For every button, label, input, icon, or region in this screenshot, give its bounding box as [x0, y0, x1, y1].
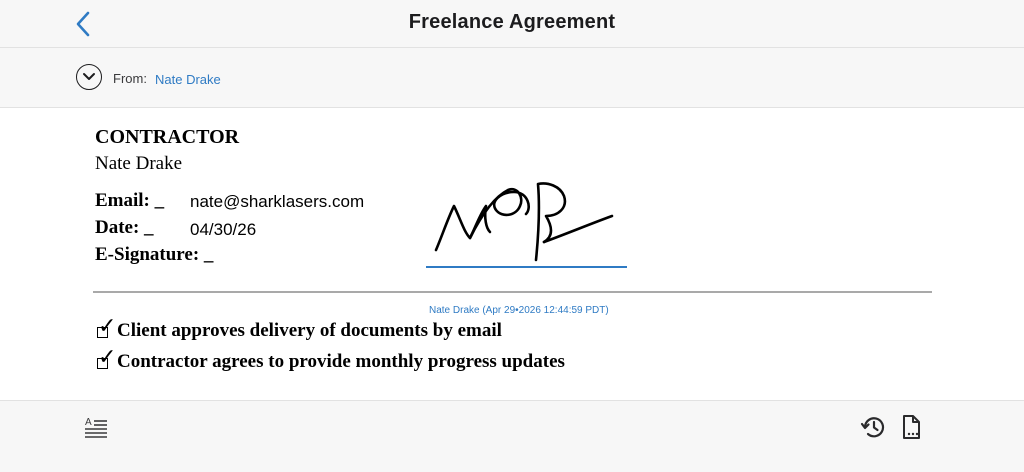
bottom-toolbar: A	[0, 400, 1024, 472]
text-format-button[interactable]: A	[82, 413, 110, 441]
text-format-icon: A	[85, 417, 107, 438]
checkbox-row-email-delivery: ✓ Client approves delivery of documents …	[95, 316, 502, 342]
signature-field[interactable]	[426, 178, 626, 268]
divider	[93, 291, 932, 293]
email-field[interactable]: nate@sharklasers.com	[190, 192, 364, 212]
contractor-heading: CONTRACTOR	[95, 126, 240, 148]
history-icon	[860, 417, 885, 438]
checkbox-progress-updates[interactable]: ✓	[95, 347, 117, 372]
checkbox-label: Contractor agrees to provide monthly pro…	[117, 351, 565, 372]
from-sender-link[interactable]: Nate Drake	[155, 72, 221, 87]
from-label: From:	[113, 71, 147, 86]
document-icon	[903, 415, 920, 439]
checkmark-icon: ✓	[98, 345, 117, 370]
checkbox-email-delivery[interactable]: ✓	[95, 316, 117, 341]
checkbox-row-progress-updates: ✓ Contractor agrees to provide monthly p…	[95, 347, 565, 373]
e-signature-label: E-Signature: _	[95, 244, 214, 265]
expand-button[interactable]	[76, 64, 102, 90]
chevron-down-icon	[83, 73, 95, 80]
checkmark-icon: ✓	[98, 314, 117, 339]
svg-text:A: A	[85, 417, 92, 428]
history-button[interactable]	[859, 413, 887, 441]
date-label: Date: _	[95, 217, 154, 238]
document-body: CONTRACTOR Nate Drake Email: _ nate@shar…	[0, 108, 1024, 400]
signature-timestamp: Nate Drake (Apr 29•2026 12:44:59 PDT)	[429, 305, 609, 316]
nav-bar: Freelance Agreement	[0, 0, 1024, 48]
date-field[interactable]: 04/30/26	[190, 220, 256, 240]
handwritten-signature	[434, 182, 614, 262]
contractor-name: Nate Drake	[95, 153, 183, 174]
document-button[interactable]	[897, 413, 925, 441]
signature-underline	[426, 266, 627, 268]
from-bar: From: Nate Drake	[0, 48, 1024, 108]
email-label: Email: _	[95, 190, 165, 211]
checkbox-label: Client approves delivery of documents by…	[117, 320, 502, 341]
page-title: Freelance Agreement	[408, 11, 616, 33]
